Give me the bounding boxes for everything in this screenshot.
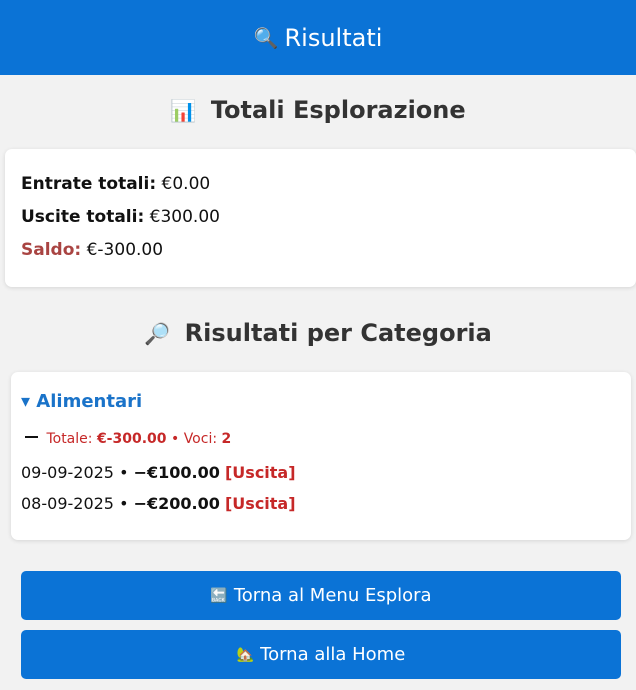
- header-title: Risultati: [284, 23, 383, 52]
- category-card: ▾ Alimentari Totale: €-300.00 • Voci: 2 …: [11, 372, 631, 540]
- entrate-value: €0.00: [161, 174, 211, 194]
- back-to-explore-button[interactable]: 🔙 Torna al Menu Esplora: [21, 571, 621, 620]
- entry-separator: •: [119, 494, 129, 513]
- magnifier-icon: 🔎: [144, 322, 171, 346]
- list-item: 09-09-2025 • −€100.00 [Uscita]: [21, 463, 296, 482]
- search-icon: 🔍: [253, 25, 279, 50]
- count-label: Voci:: [183, 431, 218, 447]
- page-header: 🔍 Risultati: [0, 0, 636, 75]
- minus-icon: [25, 436, 38, 438]
- saldo-label: Saldo:: [21, 240, 82, 260]
- totals-title: 📊 Totali Esplorazione: [0, 96, 636, 124]
- uscite-value: €300.00: [149, 207, 220, 227]
- back-to-home-label: Torna alla Home: [260, 644, 406, 665]
- uscite-line: Uscite totali: €300.00: [21, 207, 220, 227]
- totals-card: Entrate totali: €0.00 Uscite totali: €30…: [5, 149, 636, 287]
- total-value: €-300.00: [96, 431, 167, 447]
- list-item: 08-09-2025 • −€200.00 [Uscita]: [21, 494, 296, 513]
- back-to-explore-label: Torna al Menu Esplora: [233, 585, 432, 606]
- entrate-label: Entrate totali:: [21, 174, 157, 194]
- count-value: 2: [221, 431, 232, 447]
- entry-separator: •: [119, 463, 129, 482]
- entry-amount: −€200.00: [133, 494, 220, 513]
- back-to-home-button[interactable]: 🏡 Torna alla Home: [21, 630, 621, 679]
- bar-chart-icon: 📊: [170, 99, 197, 123]
- entry-date: 09-09-2025: [21, 463, 114, 482]
- totals-title-text: Totali Esplorazione: [210, 96, 466, 124]
- saldo-line: Saldo: €-300.00: [21, 240, 163, 260]
- categories-title: 🔎 Risultati per Categoria: [0, 319, 636, 347]
- back-arrow-icon: 🔙: [210, 587, 228, 604]
- entry-type: [Uscita]: [224, 494, 296, 513]
- entry-amount: −€100.00: [133, 463, 220, 482]
- uscite-label: Uscite totali:: [21, 207, 145, 227]
- summary-separator: •: [170, 431, 180, 447]
- category-summary: Totale: €-300.00 • Voci: 2: [25, 431, 231, 447]
- category-toggle-alimentari[interactable]: ▾ Alimentari: [21, 391, 142, 412]
- entry-date: 08-09-2025: [21, 494, 114, 513]
- house-icon: 🏡: [236, 646, 255, 663]
- saldo-value: €-300.00: [86, 240, 164, 260]
- entry-type: [Uscita]: [224, 463, 296, 482]
- entrate-line: Entrate totali: €0.00: [21, 174, 210, 194]
- total-label: Totale:: [46, 431, 93, 447]
- categories-title-text: Risultati per Categoria: [184, 319, 492, 347]
